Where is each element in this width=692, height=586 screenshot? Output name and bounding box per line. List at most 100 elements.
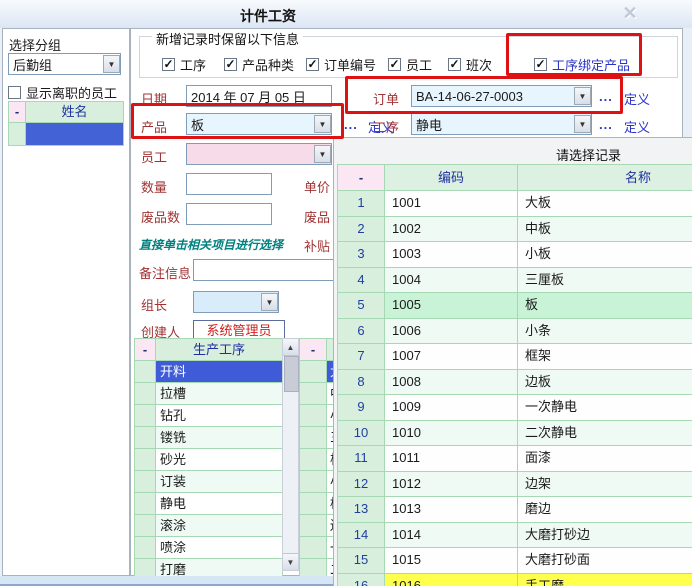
process-row[interactable]: 镂铣 bbox=[135, 427, 282, 449]
table-row[interactable] bbox=[9, 122, 123, 145]
code-cell[interactable]: 1006 bbox=[385, 319, 518, 344]
code-cell[interactable]: 1013 bbox=[385, 497, 518, 522]
process-cell[interactable]: 钻孔 bbox=[156, 405, 282, 426]
name-cell[interactable]: 大磨打砂边 bbox=[518, 523, 692, 548]
name-cell[interactable]: 大板 bbox=[518, 191, 692, 216]
scrollbar-thumb[interactable] bbox=[284, 356, 299, 392]
process-scrollbar[interactable]: ▲ ▼ bbox=[282, 338, 299, 571]
row-header[interactable] bbox=[9, 123, 26, 145]
process-cell[interactable]: 喷涂 bbox=[156, 537, 282, 558]
row-header[interactable] bbox=[300, 493, 327, 514]
show-resigned-checkbox[interactable]: 显示离职的员工 bbox=[8, 83, 117, 102]
picker-row[interactable]: 91009一次静电 bbox=[338, 395, 692, 421]
name-cell[interactable]: 大磨打砂面 bbox=[518, 548, 692, 573]
picker-row[interactable]: 111011面漆 bbox=[338, 446, 692, 472]
picker-row[interactable]: 31003小板 bbox=[338, 242, 692, 268]
retain-checkbox-1[interactable]: ✓产品种类 bbox=[224, 55, 294, 74]
scrap-count-input[interactable] bbox=[186, 203, 272, 225]
process-row[interactable]: 喷涂 bbox=[135, 537, 282, 559]
picker-row[interactable]: 121012边架 bbox=[338, 472, 692, 498]
picker-row[interactable]: 161016手工磨 bbox=[338, 574, 692, 586]
code-cell[interactable]: 1016 bbox=[385, 574, 518, 586]
code-cell[interactable]: 1005 bbox=[385, 293, 518, 318]
checkbox-icon[interactable]: ✓ bbox=[224, 58, 237, 71]
checkbox-icon[interactable] bbox=[8, 86, 21, 99]
name-cell[interactable]: 中板 bbox=[518, 217, 692, 242]
name-column-header[interactable]: 名称 bbox=[518, 165, 692, 190]
code-cell[interactable]: 1015 bbox=[385, 548, 518, 573]
row-header[interactable] bbox=[135, 361, 156, 382]
name-cell[interactable]: 小板 bbox=[518, 242, 692, 267]
code-cell[interactable]: 1002 bbox=[385, 217, 518, 242]
scroll-up-icon[interactable]: ▲ bbox=[283, 339, 298, 356]
row-header[interactable] bbox=[135, 493, 156, 514]
picker-row[interactable]: 141014大磨打砂边 bbox=[338, 523, 692, 549]
row-header[interactable] bbox=[135, 383, 156, 404]
group-combo[interactable]: 后勤组 ▼ bbox=[8, 53, 121, 75]
code-cell[interactable]: 1007 bbox=[385, 344, 518, 369]
picker-row[interactable]: 51005板 bbox=[338, 293, 692, 319]
scroll-down-icon[interactable]: ▼ bbox=[283, 553, 298, 570]
name-cell[interactable]: 板 bbox=[518, 293, 692, 318]
row-header[interactable] bbox=[300, 515, 327, 536]
name-cell[interactable]: 二次静电 bbox=[518, 421, 692, 446]
row-header[interactable] bbox=[300, 405, 327, 426]
picker-row[interactable]: 131013磨边 bbox=[338, 497, 692, 523]
retain-checkbox-0[interactable]: ✓工序 bbox=[162, 55, 206, 74]
process-row[interactable]: 砂光 bbox=[135, 449, 282, 471]
picker-row[interactable]: 11001大板 bbox=[338, 191, 692, 217]
name-cell[interactable]: 一次静电 bbox=[518, 395, 692, 420]
process-cell[interactable]: 镂铣 bbox=[156, 427, 282, 448]
process-cell[interactable]: 砂光 bbox=[156, 449, 282, 470]
process-define-link[interactable]: 定义 bbox=[624, 117, 650, 136]
retain-checkbox-2[interactable]: ✓订单编号 bbox=[306, 55, 376, 74]
code-cell[interactable]: 1014 bbox=[385, 523, 518, 548]
name-cell[interactable]: 磨边 bbox=[518, 497, 692, 522]
code-cell[interactable]: 1012 bbox=[385, 472, 518, 497]
name-cell[interactable]: 三厘板 bbox=[518, 268, 692, 293]
row-header[interactable] bbox=[135, 427, 156, 448]
chevron-down-icon[interactable]: ▼ bbox=[314, 145, 331, 163]
code-cell[interactable]: 1009 bbox=[385, 395, 518, 420]
employee-combo[interactable]: ▼ bbox=[186, 143, 332, 165]
picker-row[interactable]: 41004三厘板 bbox=[338, 268, 692, 294]
selected-name-cell[interactable] bbox=[26, 123, 123, 145]
name-cell[interactable]: 手工磨 bbox=[518, 574, 692, 586]
picker-row[interactable]: 151015大磨打砂面 bbox=[338, 548, 692, 574]
checkbox-icon[interactable]: ✓ bbox=[306, 58, 319, 71]
process-row[interactable]: 订装 bbox=[135, 471, 282, 493]
name-cell[interactable]: 边板 bbox=[518, 370, 692, 395]
row-header[interactable] bbox=[135, 405, 156, 426]
close-icon[interactable]: ✕ bbox=[618, 2, 642, 24]
process-combo[interactable]: 静电 ▼ bbox=[411, 113, 592, 135]
name-cell[interactable]: 框架 bbox=[518, 344, 692, 369]
process-row[interactable]: 拉槽 bbox=[135, 383, 282, 405]
code-cell[interactable]: 1010 bbox=[385, 421, 518, 446]
code-cell[interactable]: 1003 bbox=[385, 242, 518, 267]
code-column-header[interactable]: 编码 bbox=[385, 165, 518, 190]
name-cell[interactable]: 小条 bbox=[518, 319, 692, 344]
chevron-down-icon[interactable]: ▼ bbox=[261, 293, 278, 311]
code-cell[interactable]: 1008 bbox=[385, 370, 518, 395]
order-define-link[interactable]: 定义 bbox=[624, 89, 650, 108]
row-header[interactable] bbox=[135, 537, 156, 558]
row-header[interactable] bbox=[135, 471, 156, 492]
row-header[interactable] bbox=[300, 471, 327, 492]
product-ellipsis-button[interactable]: ... bbox=[344, 117, 358, 132]
chevron-down-icon[interactable]: ▼ bbox=[574, 115, 591, 133]
checkbox-icon[interactable]: ✓ bbox=[448, 58, 461, 71]
code-cell[interactable]: 1001 bbox=[385, 191, 518, 216]
process-row[interactable]: 静电 bbox=[135, 493, 282, 515]
row-header[interactable] bbox=[300, 361, 327, 382]
chevron-down-icon[interactable]: ▼ bbox=[103, 55, 120, 73]
process-ellipsis-button[interactable]: ... bbox=[599, 117, 613, 132]
retain-checkbox-3[interactable]: ✓员工 bbox=[388, 55, 432, 74]
process-cell[interactable]: 静电 bbox=[156, 493, 282, 514]
picker-row[interactable]: 61006小条 bbox=[338, 319, 692, 345]
process-row[interactable]: 开料 bbox=[135, 361, 282, 383]
picker-row[interactable]: 101010二次静电 bbox=[338, 421, 692, 447]
process-cell[interactable]: 滚涂 bbox=[156, 515, 282, 536]
leader-combo[interactable]: ▼ bbox=[193, 291, 279, 313]
name-cell[interactable]: 边架 bbox=[518, 472, 692, 497]
picker-row[interactable]: 71007框架 bbox=[338, 344, 692, 370]
